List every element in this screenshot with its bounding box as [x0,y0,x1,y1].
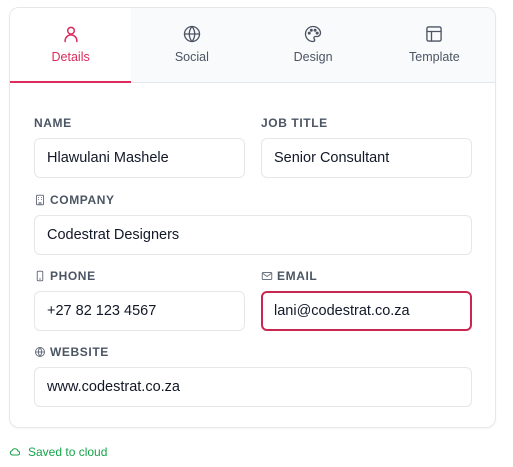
email-label-text: EMAIL [277,269,318,283]
tab-design-label: Design [293,50,333,64]
tab-social-label: Social [174,50,209,64]
editor-card: Details Social Design Template NAME Hlaw… [9,7,496,428]
phone-label-text: PHONE [50,269,96,283]
website-label-text: WEBSITE [50,345,109,359]
job-title-label-text: JOB TITLE [261,116,328,130]
tab-social[interactable]: Social [131,8,252,82]
tab-design[interactable]: Design [253,8,374,82]
phone-label: PHONE [34,269,245,283]
company-input[interactable] [34,215,472,255]
name-field: NAME [34,116,245,178]
job-title-field: JOB TITLE [261,116,472,178]
website-field: WEBSITE [34,345,472,407]
name-input[interactable] [34,138,245,178]
email-input[interactable] [261,291,472,331]
phone-field: PHONE [34,269,245,331]
tab-details-label: Details [51,50,90,64]
globe-icon [34,346,50,358]
company-field: COMPANY [34,193,472,255]
company-label: COMPANY [34,193,472,207]
website-input[interactable] [34,367,472,407]
email-field: EMAIL [261,269,472,331]
tab-template-label: Template [409,50,460,64]
tab-details[interactable]: Details [10,8,132,83]
save-status-text: Saved to cloud [28,445,108,459]
globe-icon [182,24,202,44]
email-label: EMAIL [261,269,472,283]
job-title-label: JOB TITLE [261,116,472,130]
phone-icon [34,270,50,282]
user-icon [61,24,81,44]
name-label: NAME [34,116,245,130]
layout-icon [424,24,444,44]
company-label-text: COMPANY [50,193,115,207]
save-status: Saved to cloud [9,445,107,459]
palette-icon [303,24,323,44]
cloud-icon [9,446,28,458]
website-label: WEBSITE [34,345,472,359]
job-title-input[interactable] [261,138,472,178]
name-label-text: NAME [34,116,72,130]
tab-bar: Details Social Design Template [10,8,495,83]
mail-icon [261,270,277,282]
tab-template[interactable]: Template [374,8,495,82]
phone-input[interactable] [34,291,245,331]
building-icon [34,194,50,206]
